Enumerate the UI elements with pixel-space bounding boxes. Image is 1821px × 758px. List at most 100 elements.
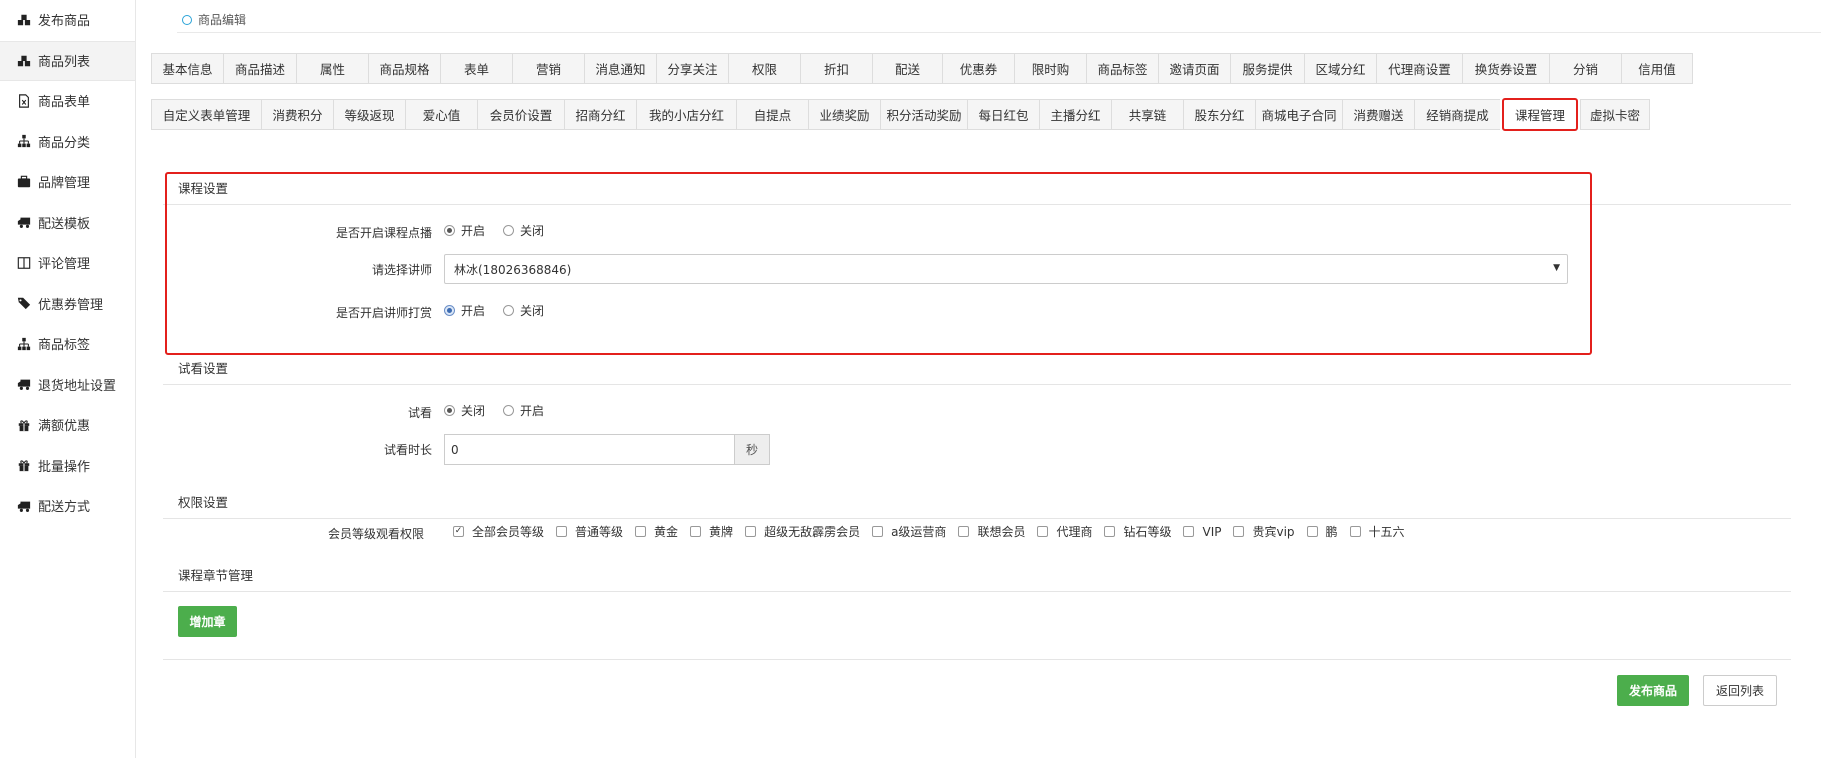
teacher-reward-off-radio[interactable] [503, 305, 515, 316]
tab-share-chain[interactable]: 共享链 [1111, 99, 1183, 130]
briefcase-icon [16, 175, 32, 189]
sidebar-item-brand[interactable]: 品牌管理 [0, 162, 135, 203]
sidebar-item-batch[interactable]: 批量操作 [0, 446, 135, 486]
tab-pickup[interactable]: 自提点 [736, 99, 808, 130]
back-to-list-button[interactable]: 返回列表 [1703, 675, 1777, 706]
tab-basic-info[interactable]: 基本信息 [151, 53, 223, 84]
sidebar-item-label: 满额优惠 [38, 419, 91, 435]
trial-off-radio[interactable] [444, 405, 455, 416]
level-checkbox[interactable] [690, 526, 702, 537]
tab-shop-bonus[interactable]: 我的小店分红 [636, 99, 736, 130]
tab-performance[interactable]: 业绩奖励 [808, 99, 880, 130]
tab-delivery[interactable]: 配送 [872, 53, 942, 84]
sidebar-item-label: 退货地址设置 [38, 378, 117, 394]
checkbox-label: a级运营商 [891, 525, 947, 539]
tab-anchor-bonus[interactable]: 主播分红 [1039, 99, 1111, 130]
teacher-select-value: 林冰(18026368846) [454, 262, 572, 277]
level-checkbox[interactable] [1037, 526, 1049, 537]
checkbox-label: 全部会员等级 [472, 525, 545, 539]
level-checkbox[interactable] [745, 526, 757, 537]
tab-permissions[interactable]: 权限 [728, 53, 800, 84]
trial-on-radio[interactable] [503, 405, 515, 416]
tab-regional-bonus[interactable]: 区域分红 [1304, 53, 1376, 84]
tab-attributes[interactable]: 属性 [296, 53, 368, 84]
enable-course-on-radio[interactable] [444, 225, 455, 236]
tab-notifications[interactable]: 消息通知 [584, 53, 656, 84]
sidebar-item-delivery-method[interactable]: 配送方式 [0, 486, 135, 527]
enable-course-off-radio[interactable] [503, 225, 515, 236]
tab-coupons[interactable]: 优惠券 [942, 53, 1014, 84]
radio-label: 关闭 [461, 404, 486, 418]
divider [163, 518, 1791, 519]
sidebar-item-goods-list[interactable]: 商品列表 [0, 40, 135, 81]
level-checkbox[interactable] [958, 526, 970, 537]
sidebar-item-return-address[interactable]: 退货地址设置 [0, 365, 135, 405]
tab-exchange-coupon[interactable]: 换货券设置 [1462, 53, 1549, 84]
caret-down-icon: ▼ [1553, 263, 1560, 273]
level-all-checkbox[interactable] [453, 526, 464, 537]
sidebar-item-goods-tags[interactable]: 商品标签 [0, 324, 135, 365]
sidebar-item-goods-form[interactable]: 商品表单 [0, 81, 135, 122]
trial-duration-input[interactable]: 0 [444, 434, 734, 465]
truck-icon [16, 377, 32, 391]
sidebar-item-comments[interactable]: 评论管理 [0, 243, 135, 284]
level-checkbox[interactable] [635, 526, 647, 537]
publish-button[interactable]: 发布商品 [1617, 675, 1689, 706]
tab-level-cashback[interactable]: 等级返现 [333, 99, 405, 130]
sidebar-item-label: 配送方式 [38, 500, 91, 516]
sidebar-item-shipping-template[interactable]: 配送模板 [0, 203, 135, 243]
sidebar-item-coupons[interactable]: 优惠券管理 [0, 284, 135, 324]
sidebar-item-publish[interactable]: 发布商品 [0, 0, 135, 41]
tab-consumption-gift[interactable]: 消费赠送 [1342, 99, 1414, 130]
tab-credit[interactable]: 信用值 [1621, 53, 1693, 84]
tab-marketing[interactable]: 营销 [512, 53, 584, 84]
tab-daily-redpacket[interactable]: 每日红包 [967, 99, 1039, 130]
tab-form[interactable]: 表单 [440, 53, 512, 84]
add-chapter-button[interactable]: 增加章 [178, 606, 237, 637]
tab-flash-sale[interactable]: 限时购 [1014, 53, 1086, 84]
tab-invite-page[interactable]: 邀请页面 [1158, 53, 1230, 84]
tab-specs[interactable]: 商品规格 [368, 53, 440, 84]
tab-contract[interactable]: 商城电子合同 [1255, 99, 1342, 130]
radio-label: 关闭 [520, 224, 545, 238]
tab-agent-settings[interactable]: 代理商设置 [1376, 53, 1462, 84]
tab-service[interactable]: 服务提供 [1230, 53, 1304, 84]
tab-investment-bonus[interactable]: 招商分红 [564, 99, 636, 130]
tab-custom-form[interactable]: 自定义表单管理 [151, 99, 261, 130]
level-checkbox[interactable] [556, 526, 568, 537]
truck-icon [16, 215, 32, 229]
level-checkbox[interactable] [1233, 526, 1245, 537]
tab-share-follow[interactable]: 分享关注 [656, 53, 728, 84]
trial-label: 试看 [407, 406, 432, 420]
sidebar-item-category[interactable]: 商品分类 [0, 122, 135, 162]
sidebar-item-label: 商品分类 [38, 135, 91, 151]
tab-dealer-commission[interactable]: 经销商提成 [1414, 99, 1500, 130]
tab-love-value[interactable]: 爱心值 [405, 99, 477, 130]
circle-icon [182, 14, 192, 25]
level-checkbox[interactable] [1349, 526, 1361, 537]
level-checkbox[interactable] [872, 526, 884, 537]
tab-shareholder-bonus[interactable]: 股东分红 [1183, 99, 1255, 130]
teacher-select[interactable]: 林冰(18026368846) ▼ [444, 254, 1568, 284]
tab-course-management[interactable]: 课程管理 [1502, 98, 1578, 131]
tab-goods-tags[interactable]: 商品标签 [1086, 53, 1158, 84]
sitemap-icon [16, 134, 32, 148]
level-checkbox[interactable] [1183, 526, 1195, 537]
divider [163, 659, 1791, 660]
tab-virtual-card[interactable]: 虚拟卡密 [1580, 99, 1650, 130]
tab-discount[interactable]: 折扣 [800, 53, 872, 84]
sidebar-item-full-discount[interactable]: 满额优惠 [0, 405, 135, 446]
teacher-reward-on-radio[interactable] [444, 305, 455, 316]
tab-member-price[interactable]: 会员价设置 [477, 99, 564, 130]
divider [177, 32, 1821, 33]
sidebar-item-label: 发布商品 [38, 14, 91, 30]
level-checkbox[interactable] [1306, 526, 1318, 537]
tab-points-activity[interactable]: 积分活动奖励 [880, 99, 967, 130]
level-checkbox[interactable] [1104, 526, 1116, 537]
checkbox-label: 普通等级 [575, 525, 624, 539]
trial-duration-label: 试看时长 [383, 443, 432, 457]
seconds-addon: 秒 [734, 434, 770, 465]
tab-points[interactable]: 消费积分 [261, 99, 333, 130]
tab-distribution[interactable]: 分销 [1549, 53, 1621, 84]
tab-description[interactable]: 商品描述 [223, 53, 296, 84]
